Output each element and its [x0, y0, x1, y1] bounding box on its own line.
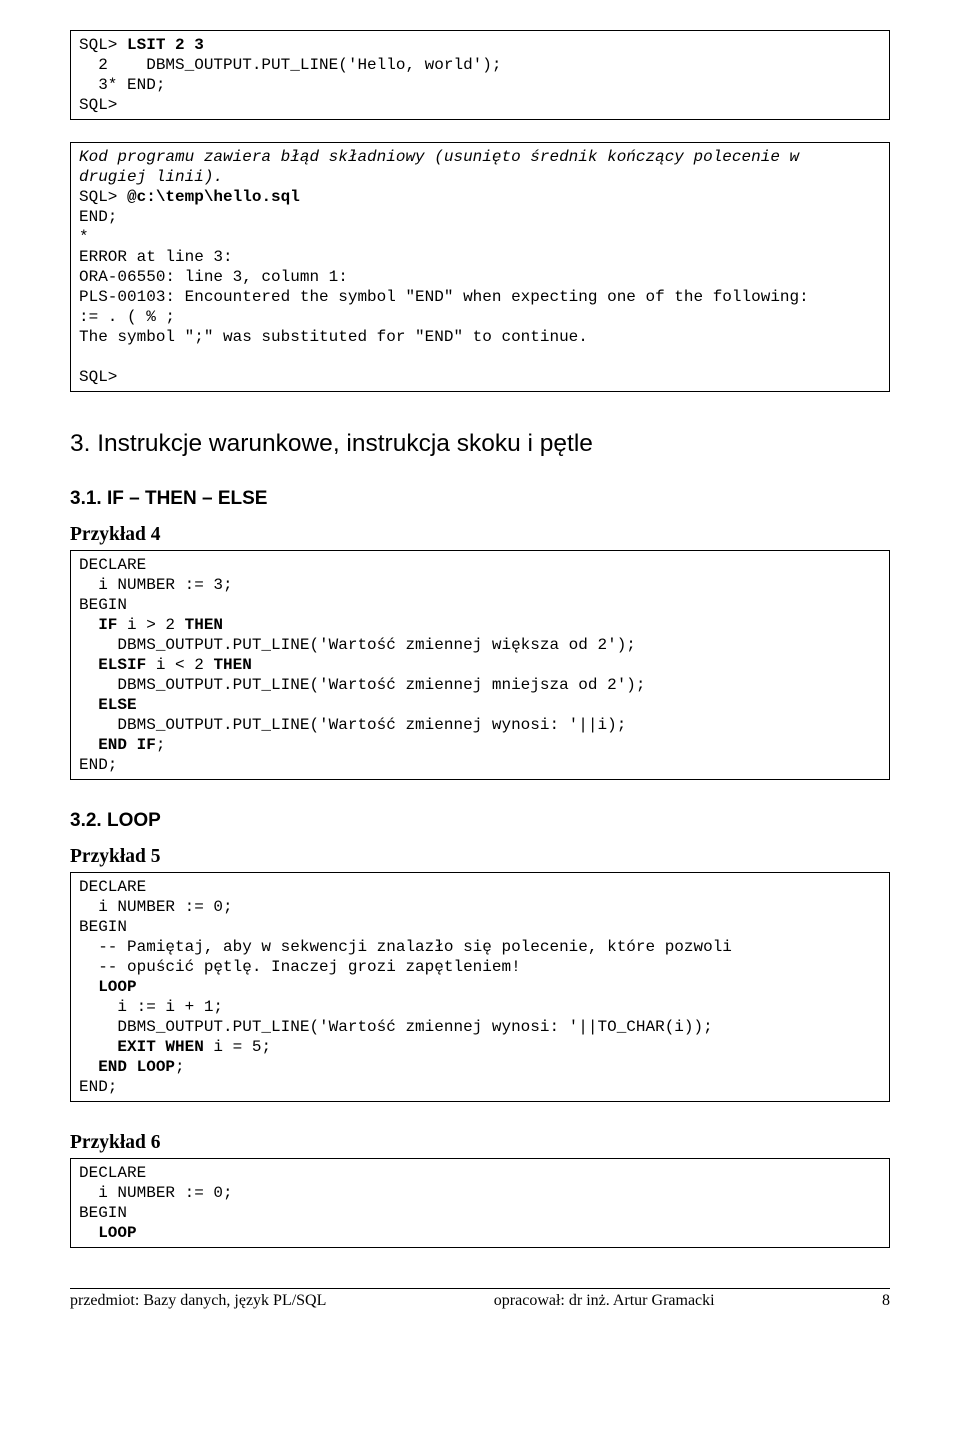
code-line: BEGIN [79, 918, 127, 936]
code-line: 2 DBMS_OUTPUT.PUT_LINE('Hello, world'); [79, 56, 501, 74]
subsection-heading: 3.2. LOOP [70, 810, 890, 832]
code-line: DECLARE [79, 878, 146, 896]
example-label: Przykład 6 [70, 1132, 890, 1154]
code-line: DBMS_OUTPUT.PUT_LINE('Wartość zmiennej w… [79, 716, 626, 734]
code-line: i > 2 [117, 616, 184, 634]
example-label: Przykład 4 [70, 524, 890, 546]
code-bold: LSIT 2 3 [127, 36, 204, 54]
code-line [79, 1038, 117, 1056]
code-line: The symbol ";" was substituted for "END"… [79, 328, 588, 346]
code-line: BEGIN [79, 1204, 127, 1222]
code-keyword: THEN [213, 656, 251, 674]
code-line: DECLARE [79, 1164, 146, 1182]
code-keyword: IF [98, 616, 117, 634]
code-block-loop2: DECLARE i NUMBER := 0; BEGIN LOOP [70, 1158, 890, 1248]
code-line: i = 5; [204, 1038, 271, 1056]
code-line: i := i + 1; [79, 998, 223, 1016]
code-line: ERROR at line 3: [79, 248, 233, 266]
code-line: i NUMBER := 0; [79, 1184, 233, 1202]
code-line: END; [79, 756, 117, 774]
code-line: DBMS_OUTPUT.PUT_LINE('Wartość zmiennej m… [79, 676, 646, 694]
code-line: -- opuścić pętlę. Inaczej grozi zapętlen… [79, 958, 521, 976]
code-keyword: END LOOP [98, 1058, 175, 1076]
section-heading: 3. Instrukcje warunkowe, instrukcja skok… [70, 430, 890, 458]
code-line: i NUMBER := 3; [79, 576, 233, 594]
code-line [79, 978, 98, 996]
code-line: SQL> [79, 36, 127, 54]
code-line: DECLARE [79, 556, 146, 574]
code-line: i < 2 [146, 656, 213, 674]
code-line: SQL> [79, 188, 127, 206]
code-keyword: LOOP [98, 1224, 136, 1242]
code-line [79, 656, 98, 674]
code-block-lsit: SQL> LSIT 2 3 2 DBMS_OUTPUT.PUT_LINE('He… [70, 30, 890, 120]
code-block-error: Kod programu zawiera błąd składniowy (us… [70, 142, 890, 392]
code-line: ; [156, 736, 166, 754]
code-comment: drugiej linii). [79, 168, 223, 186]
code-line [79, 696, 98, 714]
footer-author: opracował: dr inż. Artur Gramacki [494, 1292, 715, 1310]
code-keyword: ELSIF [98, 656, 146, 674]
code-bold: @c:\temp\hello.sql [127, 188, 300, 206]
code-line: DBMS_OUTPUT.PUT_LINE('Wartość zmiennej w… [79, 1018, 713, 1036]
example-label: Przykład 5 [70, 846, 890, 868]
code-keyword: LOOP [98, 978, 136, 996]
code-block-ifthen: DECLARE i NUMBER := 3; BEGIN IF i > 2 TH… [70, 550, 890, 780]
page-footer: przedmiot: Bazy danych, język PL/SQL opr… [70, 1288, 890, 1310]
subsection-heading: 3.1. IF – THEN – ELSE [70, 488, 890, 510]
code-line: ORA-06550: line 3, column 1: [79, 268, 348, 286]
code-line: SQL> [79, 96, 117, 114]
code-line: * [79, 228, 89, 246]
code-line [79, 736, 98, 754]
footer-page-number: 8 [882, 1292, 890, 1310]
code-block-loop: DECLARE i NUMBER := 0; BEGIN -- Pamiętaj… [70, 872, 890, 1102]
code-line [79, 616, 98, 634]
code-line: SQL> [79, 368, 117, 386]
code-keyword: END IF [98, 736, 156, 754]
code-comment: Kod programu zawiera błąd składniowy (us… [79, 148, 799, 166]
code-line: -- Pamiętaj, aby w sekwencji znalazło si… [79, 938, 732, 956]
code-line: i NUMBER := 0; [79, 898, 233, 916]
footer-subject: przedmiot: Bazy danych, język PL/SQL [70, 1292, 326, 1310]
code-line: DBMS_OUTPUT.PUT_LINE('Wartość zmiennej w… [79, 636, 636, 654]
code-line: := . ( % ; [79, 308, 175, 326]
code-line: 3* [79, 76, 127, 94]
code-line: BEGIN [79, 596, 127, 614]
code-keyword: EXIT WHEN [117, 1038, 203, 1056]
code-keyword: THEN [185, 616, 223, 634]
code-line: END; [79, 1078, 117, 1096]
code-keyword: ELSE [98, 696, 136, 714]
code-line [79, 1058, 98, 1076]
code-line: PLS-00103: Encountered the symbol "END" … [79, 288, 809, 306]
code-line: ; [175, 1058, 185, 1076]
code-line [79, 1224, 98, 1242]
